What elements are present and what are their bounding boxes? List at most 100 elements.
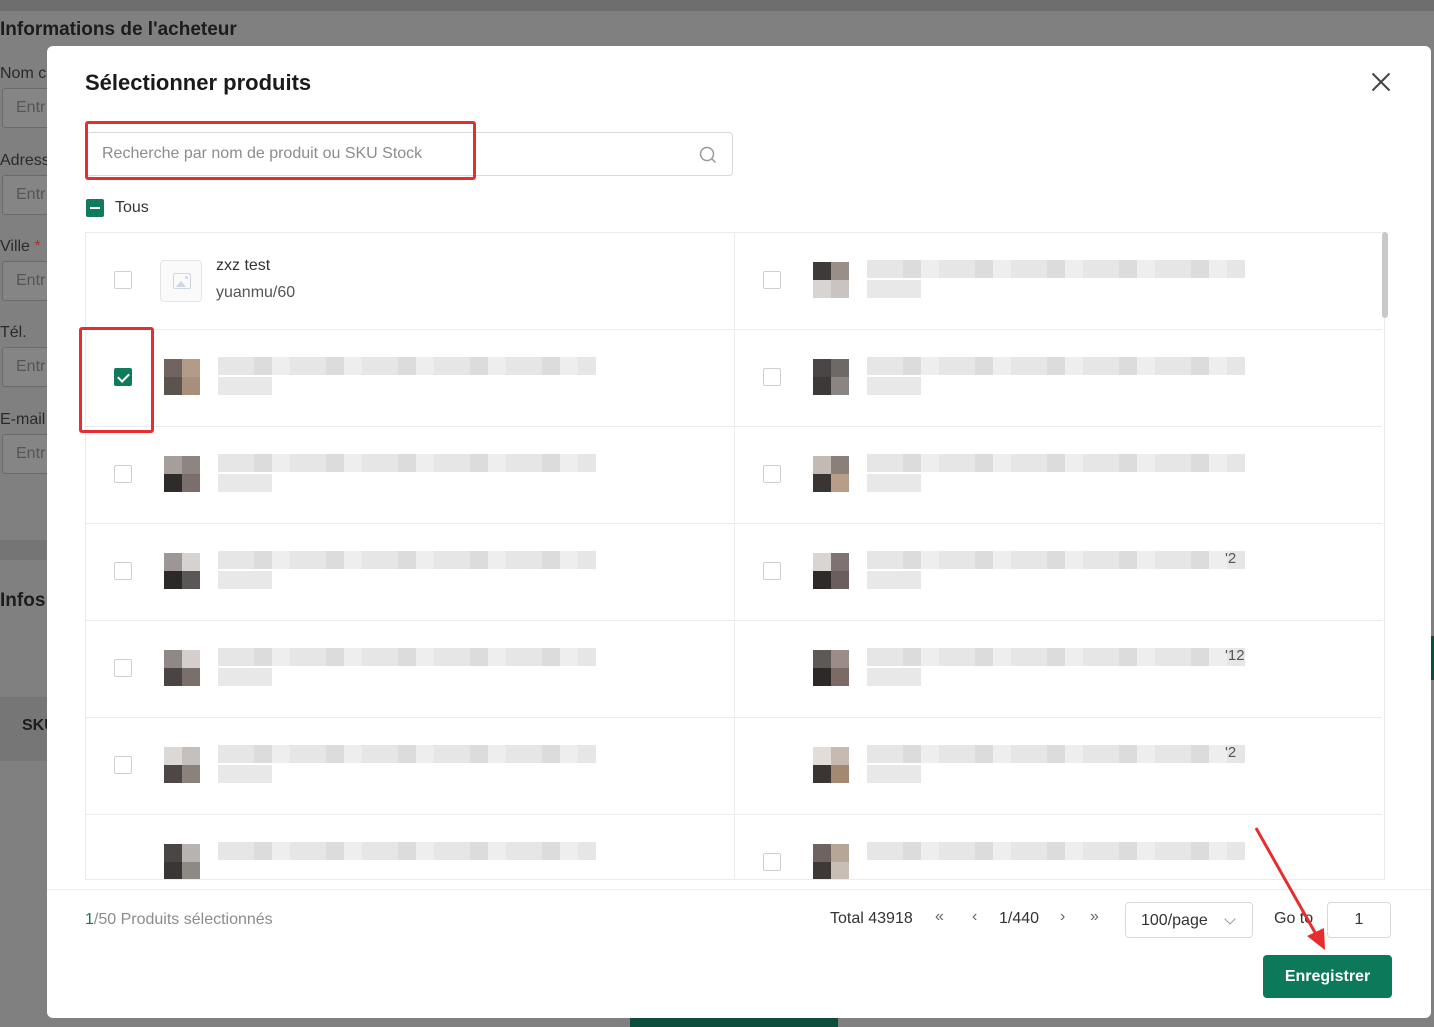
product-image-blurred — [813, 844, 849, 879]
product-image-blurred — [813, 553, 849, 589]
select-all-label: Tous — [115, 199, 149, 216]
product-checkbox[interactable] — [763, 562, 781, 580]
page-indicator: 1/440 — [999, 910, 1040, 927]
product-item[interactable] — [734, 815, 1382, 879]
blurred-product-sku — [218, 474, 272, 492]
city-placeholder: Entr — [16, 272, 46, 289]
product-image-blurred — [164, 456, 200, 492]
blurred-product-name — [218, 745, 596, 763]
selected-count-rest: /50 Produits sélectionnés — [93, 911, 273, 928]
product-image-blurred — [813, 359, 849, 395]
city-label-text: Ville — [0, 238, 30, 255]
goto-page-input[interactable] — [1327, 902, 1391, 938]
email-placeholder: Entr — [16, 445, 46, 462]
product-image-blurred — [164, 844, 200, 879]
blurred-product-name — [867, 454, 1245, 472]
product-item[interactable]: '2 — [734, 524, 1382, 621]
product-checkbox[interactable] — [114, 756, 132, 774]
product-image-blurred — [813, 747, 849, 783]
last-page-button[interactable]: » — [1090, 908, 1099, 926]
product-item[interactable] — [86, 427, 734, 524]
required-mark: * — [34, 238, 41, 255]
blurred-product-name — [867, 260, 1245, 278]
select-products-modal: Sélectionner produits Tous zxz test yuan… — [47, 46, 1431, 1018]
close-icon[interactable] — [1365, 66, 1397, 98]
page-size-value: 100/page — [1141, 912, 1208, 929]
infos-section-title: Infos — [0, 590, 46, 611]
product-item[interactable]: '2 — [734, 718, 1382, 815]
product-image-blurred — [164, 359, 200, 395]
product-item[interactable] — [86, 330, 734, 427]
select-all-row[interactable]: Tous — [86, 198, 149, 218]
scrollbar-thumb[interactable] — [1382, 232, 1388, 318]
blurred-product-sku — [218, 668, 272, 686]
blurred-product-name — [218, 357, 596, 375]
blurred-product-name — [867, 842, 1245, 860]
product-item[interactable] — [734, 427, 1382, 524]
product-item[interactable] — [86, 815, 734, 879]
product-image-blurred — [813, 650, 849, 686]
total-count: Total 43918 — [830, 910, 913, 927]
name-label: Nom c — [0, 65, 47, 82]
address-placeholder: Entr — [16, 186, 46, 203]
first-page-button[interactable]: « — [935, 908, 944, 926]
checkbox-highlight-annotation — [79, 327, 154, 433]
product-checkbox[interactable] — [114, 562, 132, 580]
product-image-blurred — [813, 456, 849, 492]
chevron-down-icon — [1224, 913, 1236, 925]
modal-title: Sélectionner produits — [85, 70, 312, 95]
blurred-product-name — [867, 357, 1245, 375]
footer-divider — [47, 889, 1431, 890]
save-button[interactable]: Enregistrer — [1263, 955, 1392, 998]
product-item[interactable] — [734, 233, 1382, 330]
product-checkbox[interactable] — [763, 853, 781, 871]
product-image-blurred — [164, 747, 200, 783]
product-name: zxz test — [216, 257, 271, 274]
product-image-blurred — [164, 553, 200, 589]
product-thumbnail — [160, 260, 202, 302]
product-checkbox[interactable] — [114, 659, 132, 677]
blurred-product-sku — [867, 571, 921, 589]
product-checkbox[interactable] — [763, 368, 781, 386]
blurred-product-name — [867, 551, 1245, 569]
blurred-product-sku — [218, 571, 272, 589]
address-label: Adress — [0, 152, 50, 169]
product-checkbox[interactable] — [763, 465, 781, 483]
product-checkbox[interactable] — [114, 271, 132, 289]
buyer-info-title: Informations de l'acheteur — [0, 19, 237, 40]
product-item[interactable]: '12 — [734, 621, 1382, 718]
background-divider — [0, 540, 50, 560]
search-icon[interactable] — [699, 146, 717, 164]
blurred-product-sku — [867, 474, 921, 492]
product-item[interactable]: zxz test yuanmu/60 — [86, 233, 734, 330]
product-image-blurred — [164, 650, 200, 686]
product-sku: yuanmu/60 — [216, 284, 296, 301]
product-checkbox[interactable] — [114, 465, 132, 483]
blurred-product-name — [218, 842, 596, 860]
product-image-blurred — [813, 262, 849, 298]
product-item[interactable] — [86, 718, 734, 815]
product-item[interactable] — [86, 621, 734, 718]
page-size-select[interactable]: 100/page — [1125, 902, 1253, 938]
sku-suffix: '12 — [1225, 647, 1245, 664]
name-placeholder: Entr — [16, 99, 46, 116]
sku-suffix: '2 — [1225, 744, 1237, 761]
next-page-button[interactable]: › — [1060, 908, 1065, 926]
city-label: Ville * — [0, 238, 41, 256]
product-checkbox[interactable] — [763, 271, 781, 289]
product-item[interactable] — [734, 330, 1382, 427]
product-grid: zxz test yuanmu/60 '2 '12 '2 — [85, 232, 1385, 880]
blurred-product-sku — [867, 765, 921, 783]
background-topbar — [0, 0, 1434, 11]
blurred-product-sku — [218, 377, 272, 395]
selected-count: 1 — [85, 911, 94, 928]
blurred-product-name — [867, 745, 1245, 763]
blurred-product-sku — [867, 668, 921, 686]
blurred-product-sku — [867, 280, 921, 298]
blurred-product-sku — [218, 765, 272, 783]
select-all-checkbox[interactable] — [86, 199, 104, 217]
prev-page-button[interactable]: ‹ — [972, 908, 977, 926]
search-highlight-annotation — [85, 121, 476, 180]
blurred-product-name — [218, 454, 596, 472]
product-item[interactable] — [86, 524, 734, 621]
